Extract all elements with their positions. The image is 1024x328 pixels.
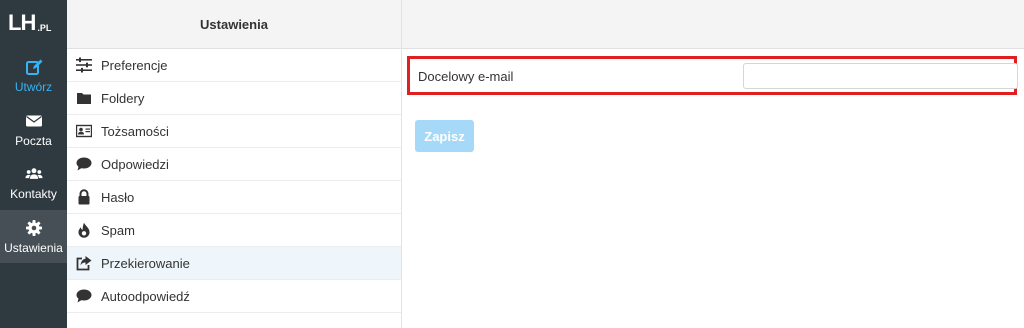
logo-suffix: .PL xyxy=(37,23,52,33)
gear-icon xyxy=(25,219,42,236)
lock-icon xyxy=(76,189,92,205)
target-email-row: Docelowy e-mail xyxy=(407,56,1018,95)
settings-item-autoreply[interactable]: Autoodpowiedź xyxy=(67,280,401,313)
target-email-label: Docelowy e-mail xyxy=(418,69,514,84)
settings-header: Ustawienia xyxy=(67,0,401,49)
users-icon xyxy=(24,167,43,179)
envelope-icon xyxy=(25,115,42,126)
target-email-input[interactable] xyxy=(743,63,1018,89)
forwarding-content: Docelowy e-mail Zapisz xyxy=(402,0,1024,328)
logo: LH .PL xyxy=(8,10,51,34)
main-nav: LH .PL Utwórz Poczta Kontakty Ustawienia xyxy=(0,0,67,328)
settings-item-password[interactable]: Hasło xyxy=(67,181,401,214)
settings-item-responses[interactable]: Odpowiedzi xyxy=(67,148,401,181)
settings-item-identities[interactable]: Tożsamości xyxy=(67,115,401,148)
content-header xyxy=(402,0,1024,49)
settings-item-forwarding[interactable]: Przekierowanie xyxy=(67,247,401,280)
id-card-icon xyxy=(76,123,92,139)
nav-mail[interactable]: Poczta xyxy=(0,103,67,156)
nav-compose[interactable]: Utwórz xyxy=(0,49,67,102)
settings-title: Ustawienia xyxy=(200,16,268,32)
save-button[interactable]: Zapisz xyxy=(415,120,474,152)
sliders-icon xyxy=(76,57,92,73)
comment-icon xyxy=(76,156,92,172)
folder-icon xyxy=(76,90,92,106)
nav-settings[interactable]: Ustawienia xyxy=(0,210,67,263)
fire-icon xyxy=(76,222,92,238)
nav-contacts[interactable]: Kontakty xyxy=(0,156,67,209)
comment-icon xyxy=(76,288,92,304)
settings-item-preferences[interactable]: Preferencje xyxy=(67,49,401,82)
settings-item-spam[interactable]: Spam xyxy=(67,214,401,247)
settings-list-panel: Ustawienia Preferencje Foldery Tożsamośc… xyxy=(67,0,402,328)
settings-item-folders[interactable]: Foldery xyxy=(67,82,401,115)
forward-icon xyxy=(76,255,92,271)
logo-text: LH xyxy=(8,10,36,35)
compose-icon xyxy=(25,59,42,75)
